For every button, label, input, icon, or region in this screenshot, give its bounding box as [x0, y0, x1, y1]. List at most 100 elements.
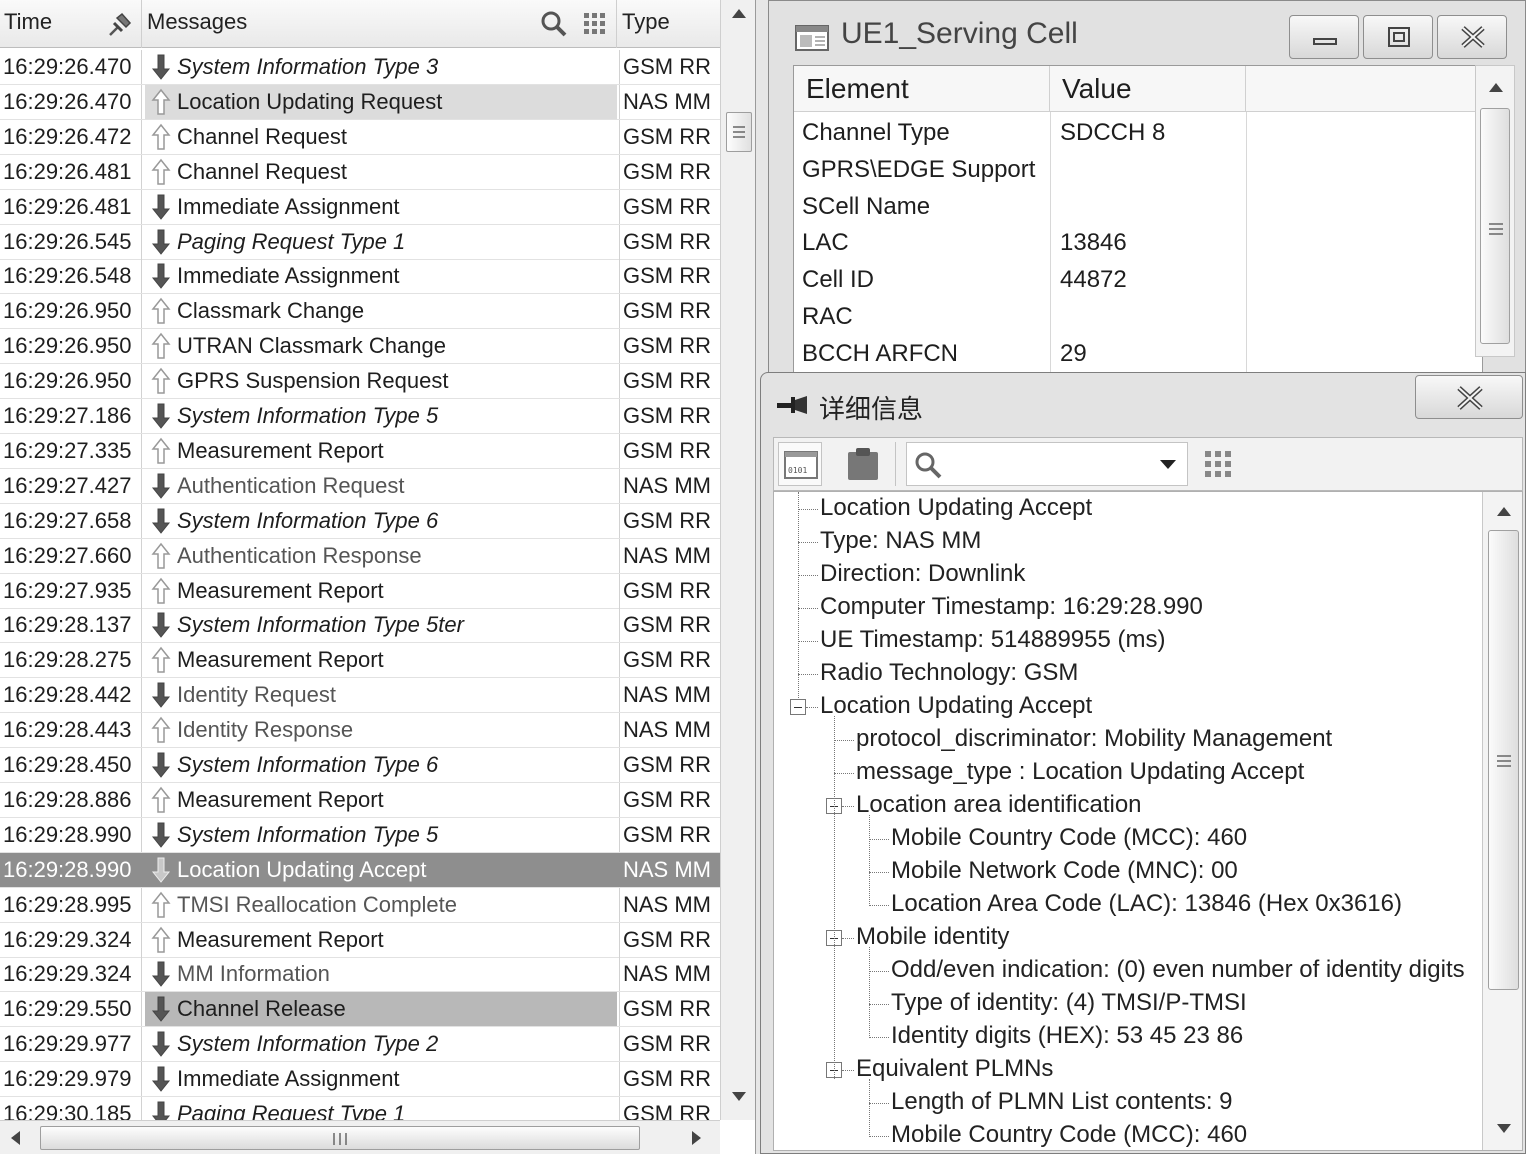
table-row[interactable]: 16:29:26.470 Location Updating Request NAS…	[0, 84, 720, 120]
tree-node[interactable]: Mobile Country Code (MCC): 460	[891, 822, 1247, 854]
scroll-right-arrow-icon[interactable]	[690, 1129, 704, 1147]
tree-node[interactable]: Equivalent PLMNs	[856, 1053, 1053, 1085]
tree-node[interactable]: Odd/even indication: (0) even number of …	[891, 954, 1465, 986]
table-row[interactable]: 16:29:26.481 Channel Request GSM RR	[0, 154, 720, 190]
serving-cell-titlebar[interactable]: UE1_Serving Cell	[769, 1, 1526, 63]
tree-node[interactable]: Computer Timestamp: 16:29:28.990	[820, 591, 1203, 623]
table-row[interactable]: 16:29:29.550 Channel Release GSM RR	[0, 992, 720, 1028]
clipboard-button[interactable]	[830, 442, 896, 486]
table-row[interactable]: 16:29:26.950 UTRAN Classmark Change GSM RR	[0, 329, 720, 365]
table-row[interactable]: 16:29:26.545 Paging Request Type 1 GSM RR	[0, 224, 720, 260]
tree-node[interactable]: Mobile Network Code (MNC): 00	[891, 855, 1238, 887]
scroll-up-arrow-icon[interactable]	[1494, 504, 1514, 518]
maximize-button[interactable]	[1363, 15, 1433, 59]
serving-cell-scrollbar[interactable]	[1475, 65, 1515, 357]
table-row[interactable]: 16:29:29.977 System Information Type 2 GSM…	[0, 1027, 720, 1063]
table-row[interactable]: 16:29:26.481 Immediate Assignment GSM RR	[0, 189, 720, 225]
detail-scrollbar[interactable]	[1482, 492, 1522, 1150]
column-header-element[interactable]: Element	[794, 66, 1050, 112]
table-row[interactable]: 16:29:28.275 Measurement Report GSM RR	[0, 643, 720, 679]
table-row[interactable]: 16:29:27.660 Authentication Response NAS M…	[0, 538, 720, 574]
maximize-icon	[1388, 27, 1410, 47]
messages-hscroll-thumb[interactable]	[40, 1126, 640, 1150]
table-row[interactable]: 16:29:28.137 System Information Type 5ter…	[0, 608, 720, 644]
table-row[interactable]: 16:29:27.335 Measurement Report GSM RR	[0, 433, 720, 469]
detail-scroll-thumb[interactable]	[1488, 530, 1519, 990]
tree-node[interactable]: Direction: Downlink	[820, 558, 1025, 590]
column-header-type[interactable]: Type	[618, 0, 720, 48]
row-message: Immediate Assignment	[145, 190, 617, 224]
table-row[interactable]: 16:29:28.886 Measurement Report GSM RR	[0, 782, 720, 818]
table-row[interactable]: 16:29:27.658 System Information Type 6 GSM…	[0, 503, 720, 539]
row-time: 16:29:29.550	[0, 992, 142, 1027]
table-row[interactable]: 16:29:28.990 System Information Type 5 GSM…	[0, 817, 720, 853]
minimize-button[interactable]	[1289, 15, 1359, 59]
scroll-up-arrow-icon[interactable]	[729, 6, 749, 20]
table-row[interactable]: 16:29:27.935 Measurement Report GSM RR	[0, 573, 720, 609]
row-message-label: GPRS Suspension Request	[177, 368, 449, 394]
scroll-down-arrow-icon[interactable]	[1494, 1122, 1514, 1136]
column-header-value[interactable]: Value	[1050, 66, 1246, 112]
column-header-time[interactable]: Time	[0, 0, 142, 48]
grid-icon[interactable]	[583, 12, 607, 36]
tree-connector	[869, 872, 889, 873]
tree-node[interactable]: Type of identity: (4) TMSI/P-TMSI	[891, 987, 1247, 1019]
tree-connector	[798, 542, 818, 543]
table-row[interactable]: 16:29:30.185 Paging Request Type 1 GSM RR	[0, 1097, 720, 1120]
messages-panel: Time Messages Type 16:29:26.470 System In…	[0, 0, 756, 1154]
tree-node[interactable]: Location Updating Accept	[820, 492, 1092, 524]
dropdown-arrow-icon[interactable]	[1159, 459, 1177, 471]
detail-close-button[interactable]	[1415, 375, 1523, 419]
tree-node[interactable]: Location area identification	[856, 789, 1142, 821]
tree-node[interactable]: protocol_discriminator: Mobility Managem…	[856, 723, 1332, 755]
tree-node[interactable]: Mobile identity	[856, 921, 1009, 953]
detail-search-box[interactable]	[906, 442, 1188, 486]
row-message-label: Measurement Report	[177, 926, 384, 952]
serving-cell-value: 13846	[1060, 229, 1127, 257]
scroll-up-arrow-icon[interactable]	[1486, 80, 1506, 94]
serving-cell-element: SCell Name	[802, 192, 931, 220]
dock-pin-icon[interactable]	[775, 391, 811, 419]
pin-icon[interactable]	[104, 8, 136, 40]
messages-horizontal-scrollbar[interactable]	[0, 1120, 720, 1154]
table-row[interactable]: 16:29:27.427 Authentication Request NAS MM	[0, 468, 720, 504]
table-row[interactable]: 16:29:28.442 Identity Request NAS MM	[0, 678, 720, 714]
collapse-toggle-icon[interactable]	[790, 699, 806, 715]
table-row[interactable]: 16:29:26.950 GPRS Suspension Request GSM R…	[0, 364, 720, 400]
table-row[interactable]: 16:29:29.324 MM Information NAS MM	[0, 957, 720, 993]
tree-node[interactable]: Location Updating Accept	[820, 690, 1092, 722]
message-list: 16:29:26.470 System Information Type 3 GSM…	[0, 50, 720, 1120]
tree-node[interactable]: Length of PLMN List contents: 9	[891, 1086, 1233, 1118]
table-row[interactable]: 16:29:29.979 Immediate Assignment GSM RR	[0, 1062, 720, 1098]
tree-node[interactable]: UE Timestamp: 514889955 (ms)	[820, 624, 1165, 656]
table-row[interactable]: 16:29:28.443 Identity Response NAS MM	[0, 713, 720, 749]
column-header-messages[interactable]: Messages	[143, 0, 617, 48]
table-row[interactable]: 16:29:29.324 Measurement Report GSM RR	[0, 922, 720, 958]
scroll-left-arrow-icon[interactable]	[8, 1129, 22, 1147]
tree-node[interactable]: Mobile Country Code (MCC): 460	[891, 1119, 1247, 1150]
search-icon[interactable]	[539, 9, 569, 39]
hex-view-button[interactable]: 0101	[778, 442, 822, 486]
messages-scroll-thumb[interactable]	[726, 112, 752, 152]
messages-vertical-scrollbar[interactable]	[720, 0, 755, 1120]
table-row[interactable]: 16:29:28.990 Location Updating Accept NAS …	[0, 852, 720, 888]
tree-connector	[869, 1103, 889, 1104]
tree-node[interactable]: Identity digits (HEX): 53 45 23 86	[891, 1020, 1243, 1052]
table-row[interactable]: 16:29:26.548 Immediate Assignment GSM RR	[0, 259, 720, 295]
tree-node[interactable]: Location Area Code (LAC): 13846 (Hex 0x3…	[891, 888, 1402, 920]
tree-node[interactable]: Radio Technology: GSM	[820, 657, 1078, 689]
scroll-down-arrow-icon[interactable]	[729, 1090, 749, 1104]
grid-icon[interactable]	[1204, 450, 1232, 478]
table-row[interactable]: 16:29:27.186 System Information Type 5 GSM…	[0, 399, 720, 434]
table-row[interactable]: 16:29:26.950 Classmark Change GSM RR	[0, 294, 720, 330]
row-message-label: Identity Request	[177, 682, 336, 708]
close-button[interactable]	[1437, 15, 1507, 59]
tree-node[interactable]: Type: NAS MM	[820, 525, 981, 557]
serving-cell-scroll-thumb[interactable]	[1480, 108, 1510, 344]
table-row[interactable]: 16:29:28.450 System Information Type 6 GSM…	[0, 748, 720, 783]
tree-node[interactable]: message_type : Location Updating Accept	[856, 756, 1304, 788]
table-row[interactable]: 16:29:26.472 Channel Request GSM RR	[0, 119, 720, 155]
table-row[interactable]: 16:29:26.470 System Information Type 3 GSM…	[0, 50, 720, 85]
arrow-down-icon	[151, 682, 171, 708]
table-row[interactable]: 16:29:28.995 TMSI Reallocation Complete NA…	[0, 887, 720, 923]
